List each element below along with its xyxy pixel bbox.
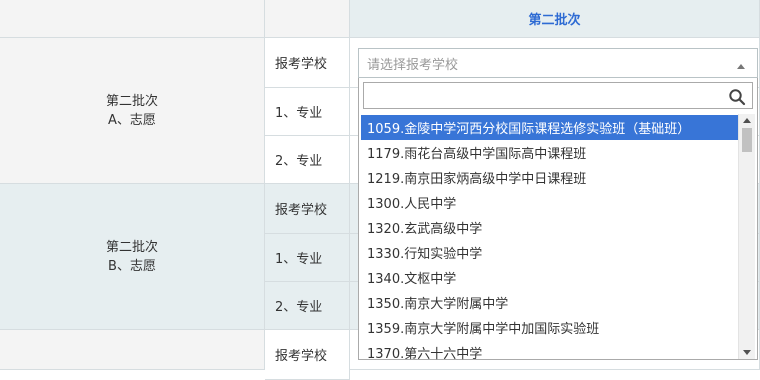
search-icon[interactable] [728,88,746,106]
group-a-label-line2: A、志愿 [108,112,156,128]
batch-header: 第二批次 [350,0,760,38]
school-dropdown: 1059.金陵中学河西分校国际课程选修实验班（基础班） 1179.雨花台高级中学国… [358,78,758,360]
group-c-row-school-label: 报考学校 [265,330,350,380]
group-c-label [0,330,265,370]
scroll-down-arrow-icon[interactable] [743,350,751,355]
dropdown-option[interactable]: 1219.南京田家炳高级中学中日课程班 [361,165,740,190]
scrollbar-thumb[interactable] [742,128,752,152]
dropdown-option[interactable]: 1320.玄武高级中学 [361,215,740,240]
scroll-up-arrow-icon[interactable] [743,118,751,123]
group-a-row-major1-label: 1、专业 [265,88,350,136]
dropdown-option[interactable]: 1179.雨花台高级中学国际高中课程班 [361,140,740,165]
dropdown-option[interactable]: 1370.第六十六中学 [361,340,740,360]
school-select-placeholder: 请选择报考学校 [367,57,459,73]
group-b-label-line1: 第二批次 [105,239,158,255]
caret-up-icon[interactable] [737,64,745,69]
dropdown-options-list: 1059.金陵中学河西分校国际课程选修实验班（基础班） 1179.雨花台高级中学国… [360,113,756,360]
dropdown-search-input[interactable] [364,83,736,108]
group-b-row-school-label: 报考学校 [265,184,350,234]
group-b-row-major2-label: 2、专业 [265,282,350,330]
dropdown-option[interactable]: 1300.人民中学 [361,190,740,215]
group-a-label: 第二批次 A、志愿 [0,38,265,184]
group-a-row-school-label: 报考学校 [265,38,350,88]
dropdown-option[interactable]: 1340.文枢中学 [361,265,740,290]
header-blank-mid [265,0,350,38]
group-a-label-line1: 第二批次 [105,93,158,109]
dropdown-option[interactable]: 1350.南京大学附属中学 [361,290,740,315]
group-b-label: 第二批次 B、志愿 [0,184,265,330]
group-b-row-major1-label: 1、专业 [265,234,350,282]
group-a-row-major2-label: 2、专业 [265,136,350,184]
dropdown-option[interactable]: 1359.南京大学附属中学中加国际实验班 [361,315,740,340]
group-b-label-line2: B、志愿 [108,258,156,274]
dropdown-scrollbar[interactable] [738,114,755,359]
header-blank-left [0,0,265,38]
dropdown-search-field[interactable] [363,82,753,109]
dropdown-option[interactable]: 1059.金陵中学河西分校国际课程选修实验班（基础班） [361,115,740,140]
school-select[interactable]: 请选择报考学校 [358,48,758,78]
dropdown-option[interactable]: 1330.行知实验中学 [361,240,740,265]
